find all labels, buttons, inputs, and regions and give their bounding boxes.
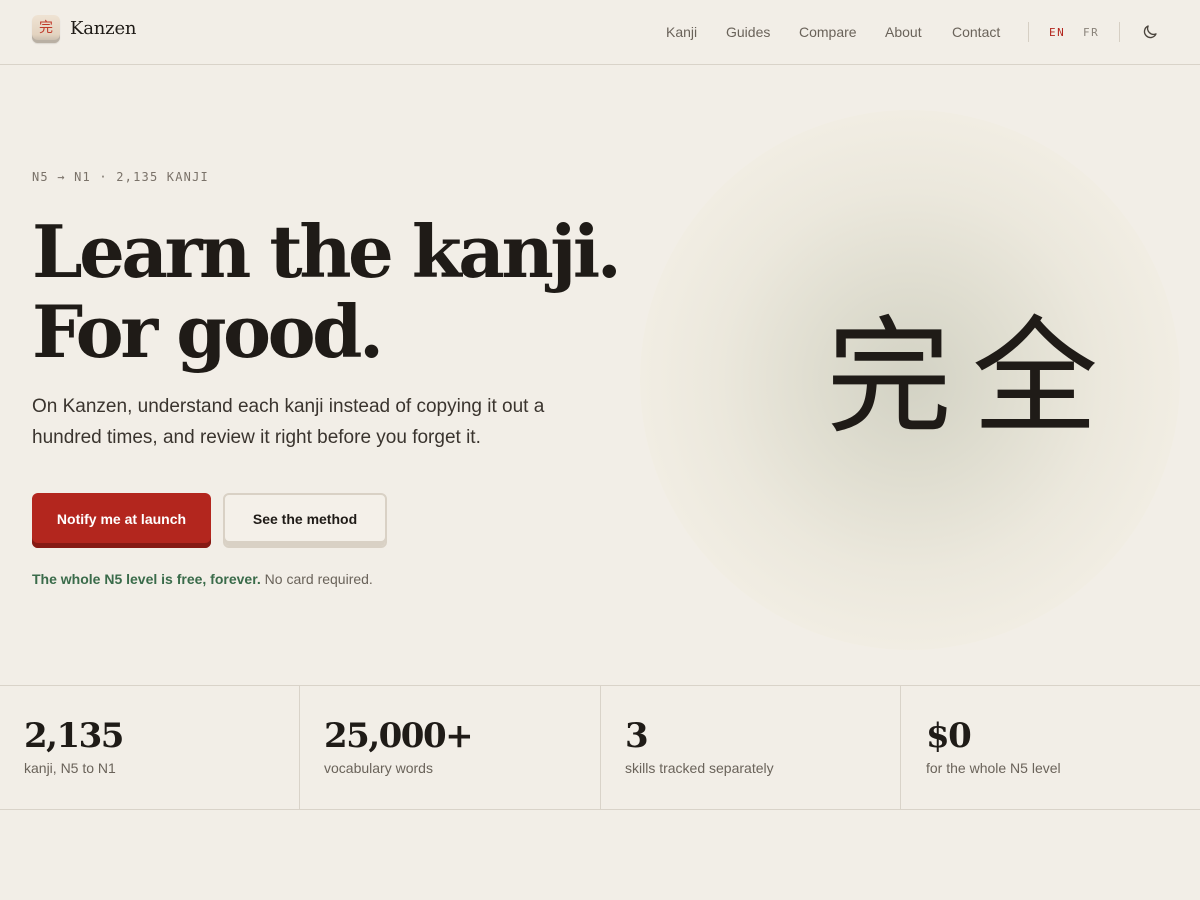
stat-value: 3 — [625, 716, 649, 756]
no-card-note: No card required. — [264, 571, 373, 587]
stat-value: 25,000+ — [324, 716, 474, 756]
logo-glyph: 完 — [39, 20, 53, 36]
stat-label: for the whole N5 level — [926, 760, 1061, 776]
hero-headline: Learn the kanji. For good. — [32, 209, 622, 374]
nav-link-contact[interactable]: Contact — [952, 24, 1000, 40]
stat-price: $0 for the whole N5 level — [900, 686, 1200, 809]
pricing-note: The whole N5 level is free, forever. No … — [32, 571, 373, 587]
nav-divider — [1028, 22, 1029, 42]
stat-label: kanji, N5 to N1 — [24, 760, 116, 776]
stat-value: $0 — [926, 716, 972, 756]
stat-label: vocabulary words — [324, 760, 433, 776]
hero-kanji-zen: 全 — [972, 304, 1098, 451]
stats-bar: 2,135 kanji, N5 to N1 25,000+ vocabulary… — [0, 685, 1200, 810]
brand-name[interactable]: Kanzen — [70, 18, 137, 39]
hero-kanji-kan: 完 — [826, 304, 952, 451]
headline-line-2: For good. — [32, 289, 384, 374]
language-en[interactable]: EN — [1049, 26, 1065, 39]
moon-icon[interactable] — [1141, 23, 1159, 41]
stat-value: 2,135 — [24, 716, 124, 756]
nav-link-compare[interactable]: Compare — [799, 24, 857, 40]
stat-vocabulary: 25,000+ vocabulary words — [299, 686, 600, 809]
free-level-note: The whole N5 level is free, forever. — [32, 571, 261, 587]
hero-lede: On Kanzen, understand each kanji instead… — [32, 396, 545, 448]
site-header: 完 Kanzen Kanji Guides Compare About Cont… — [0, 0, 1200, 65]
nav-link-kanji[interactable]: Kanji — [666, 24, 697, 40]
headline-line-1: Learn the kanji. — [32, 209, 622, 294]
language-fr[interactable]: FR — [1083, 26, 1099, 39]
logo-icon[interactable]: 完 — [32, 15, 60, 43]
stat-kanji: 2,135 kanji, N5 to N1 — [0, 686, 300, 809]
nav-link-about[interactable]: About — [885, 24, 922, 40]
notify-button[interactable]: Notify me at launch — [32, 493, 211, 548]
nav-link-guides[interactable]: Guides — [726, 24, 770, 40]
see-method-button[interactable]: See the method — [223, 493, 387, 548]
nav-divider — [1119, 22, 1120, 42]
stat-label: skills tracked separately — [625, 760, 774, 776]
stat-skills: 3 skills tracked separately — [600, 686, 900, 809]
hero-eyebrow: N5 → N1 · 2,135 KANJI — [32, 170, 209, 184]
